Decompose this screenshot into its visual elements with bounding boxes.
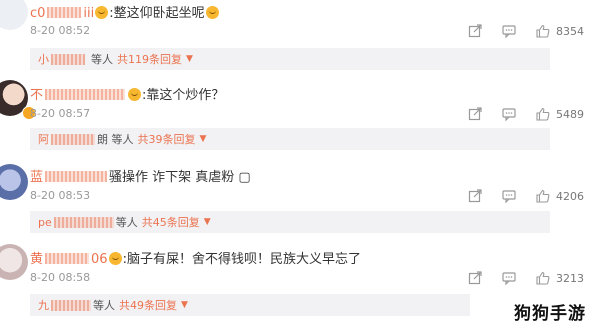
- comment-icon[interactable]: [502, 189, 516, 203]
- masked-username: [51, 133, 95, 145]
- reply-others: 等人: [91, 53, 113, 66]
- reply-summary[interactable]: 阿 朗 等人 共39条回复 ▼: [30, 128, 550, 150]
- chevron-down-icon[interactable]: ▼: [204, 217, 211, 227]
- grin-emoji-icon: [205, 6, 219, 19]
- reply-summary[interactable]: 九 等人 共49条回复 ▼: [30, 294, 470, 316]
- emoji-icon: [128, 88, 142, 101]
- comment-actions: 3213: [448, 271, 584, 285]
- username[interactable]: 不: [30, 88, 43, 103]
- reply-count[interactable]: 共39条回复: [138, 131, 196, 147]
- chevron-down-icon[interactable]: ▼: [186, 54, 193, 64]
- thumbs-up-icon[interactable]: [536, 189, 550, 203]
- masked-username: [51, 299, 91, 311]
- avatar[interactable]: [0, 0, 28, 30]
- reply-others: 朗 等人: [97, 133, 134, 146]
- emoji-icon: [95, 6, 109, 19]
- share-icon[interactable]: [468, 189, 482, 203]
- masked-username: [45, 253, 90, 264]
- like-count: 8354: [556, 24, 584, 38]
- comment-date: 8-20 08:52: [30, 24, 91, 37]
- emoji-icon: [108, 252, 122, 265]
- username[interactable]: c0: [30, 6, 45, 21]
- comment-item: 蓝 骚操作 诈下架 真虐粉 ▢ 8-20 08:53 4206 pe 等人 共45条回…: [0, 160, 594, 240]
- masked-username: [51, 53, 85, 65]
- comment-text: 脑子有屎！舍不得钱呗！民族大义早忘了: [126, 252, 361, 267]
- reply-others: 等人: [93, 299, 115, 312]
- comment-item: 不:靠这个炒作？ 8-20 08:57 5489 阿朗 等人 共39条回复 ▼: [0, 80, 594, 160]
- comment-text: 整这仰卧起坐呢: [113, 6, 205, 21]
- share-icon[interactable]: [468, 107, 482, 121]
- comment-date: 8-20 08:57: [30, 107, 91, 120]
- comment-text: 骚操作 诈下架 真虐粉 ▢: [109, 170, 251, 185]
- watermark-logo: 狗狗手游: [514, 304, 586, 324]
- username-tail[interactable]: iii: [83, 6, 94, 21]
- share-icon[interactable]: [468, 24, 482, 38]
- comment-date: 8-20 08:53: [30, 189, 91, 202]
- comment-actions: 4206: [448, 189, 584, 203]
- reply-count[interactable]: 共119条回复: [117, 51, 182, 67]
- reply-user[interactable]: 小: [38, 51, 49, 67]
- comment-item: 黄 06:脑子有屎！舍不得钱呗！民族大义早忘了 8-20 08:58 3213 九…: [0, 240, 594, 320]
- like-count: 3213: [556, 271, 584, 285]
- comment-icon[interactable]: [502, 271, 516, 285]
- reply-user[interactable]: 阿: [38, 131, 49, 147]
- masked-username: [47, 7, 82, 18]
- comment-actions: 8354: [448, 24, 584, 38]
- comment-item: c0 iii:整这仰卧起坐呢 8-20 08:52 8354 小等人 共119条回复…: [0, 0, 594, 80]
- reply-count[interactable]: 共49条回复: [119, 297, 177, 313]
- avatar[interactable]: [0, 244, 28, 280]
- masked-username: [53, 216, 114, 228]
- comment-icon[interactable]: [502, 107, 516, 121]
- chevron-down-icon[interactable]: ▼: [200, 134, 207, 144]
- comment-actions: 5489: [448, 107, 584, 121]
- comment-text: 靠这个炒作？: [146, 88, 225, 103]
- reply-user[interactable]: pe: [38, 216, 52, 229]
- like-count: 5489: [556, 107, 584, 121]
- thumbs-up-icon[interactable]: [536, 24, 550, 38]
- reply-summary[interactable]: pe 等人 共45条回复 ▼: [30, 211, 550, 233]
- reply-others: 等人: [115, 216, 138, 229]
- username[interactable]: 蓝: [30, 170, 43, 185]
- reply-summary[interactable]: 小 等人 共119条回复 ▼: [30, 48, 550, 70]
- thumbs-up-icon[interactable]: [536, 271, 550, 285]
- username[interactable]: 黄: [30, 252, 43, 267]
- avatar[interactable]: [0, 164, 28, 200]
- masked-username: [45, 89, 126, 100]
- share-icon[interactable]: [468, 271, 482, 285]
- masked-username: [45, 171, 108, 182]
- reply-count[interactable]: 共45条回复: [142, 214, 200, 230]
- reply-user[interactable]: 九: [38, 297, 49, 313]
- like-count: 4206: [556, 189, 584, 203]
- comment-date: 8-20 08:58: [30, 271, 91, 284]
- username-tail[interactable]: 06: [91, 252, 108, 267]
- comment-icon[interactable]: [502, 24, 516, 38]
- chevron-down-icon[interactable]: ▼: [181, 300, 188, 310]
- thumbs-up-icon[interactable]: [536, 107, 550, 121]
